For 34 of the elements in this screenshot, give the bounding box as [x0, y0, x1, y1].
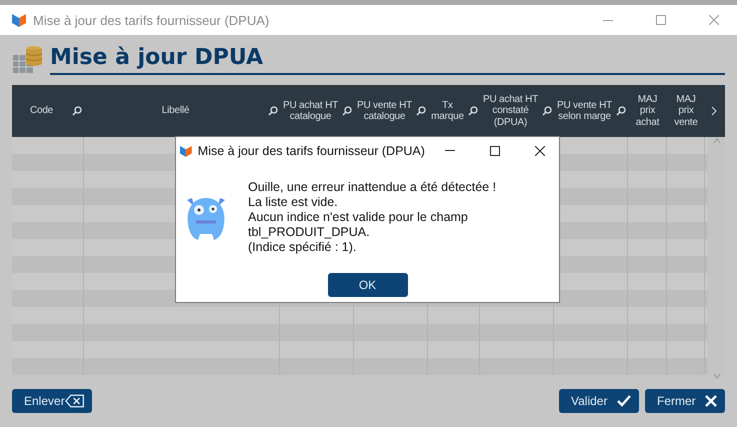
confirm-button[interactable]: Valider [559, 389, 639, 413]
column-header[interactable]: Libellé [84, 85, 280, 137]
check-icon [617, 395, 631, 407]
remove-button[interactable]: Enlever [12, 389, 92, 413]
column-header[interactable]: Tx marque [428, 85, 480, 137]
ok-button[interactable]: OK [328, 273, 408, 297]
app-logo-icon [12, 13, 26, 27]
database-table-icon [12, 45, 44, 75]
column-header[interactable]: PU vente HT selon marge [554, 85, 628, 137]
chevron-right-icon[interactable] [710, 106, 716, 116]
maximize-icon[interactable] [490, 146, 500, 156]
search-icon[interactable] [268, 106, 278, 116]
column-header[interactable]: Code [12, 85, 84, 137]
backspace-icon [64, 394, 84, 408]
search-icon[interactable] [72, 106, 82, 116]
search-icon[interactable] [542, 106, 552, 116]
page-title: Mise à jour DPUA [50, 43, 725, 75]
close-button[interactable]: Fermer [645, 389, 725, 413]
column-header[interactable]: PU vente HT catalogue [354, 85, 428, 137]
column-header[interactable]: MAJ prix achat [628, 85, 667, 137]
error-message: Ouille, une erreur inattendue a été détectée ! La liste est vide. Aucun indice n'est valide pour le champ tbl_PRODUIT_DPUA. (Indice spécifié : 1). [248, 180, 496, 255]
search-icon[interactable] [342, 106, 352, 116]
search-icon[interactable] [468, 106, 478, 116]
minimize-icon[interactable] [445, 150, 456, 151]
column-header[interactable]: MAJ prix vente [667, 85, 705, 137]
search-icon[interactable] [416, 106, 426, 116]
dialog-title: Mise à jour des tarifs fournisseur (DPUA) [198, 144, 425, 158]
close-icon [705, 395, 717, 407]
search-icon[interactable] [616, 106, 626, 116]
window-title: Mise à jour des tarifs fournisseur (DPUA) [33, 12, 270, 28]
column-header[interactable]: PU achat HT constaté (DPUA) [480, 85, 554, 137]
close-icon[interactable] [534, 146, 545, 156]
app-logo-icon [180, 144, 192, 158]
column-header[interactable]: PU achat HT catalogue [280, 85, 354, 137]
